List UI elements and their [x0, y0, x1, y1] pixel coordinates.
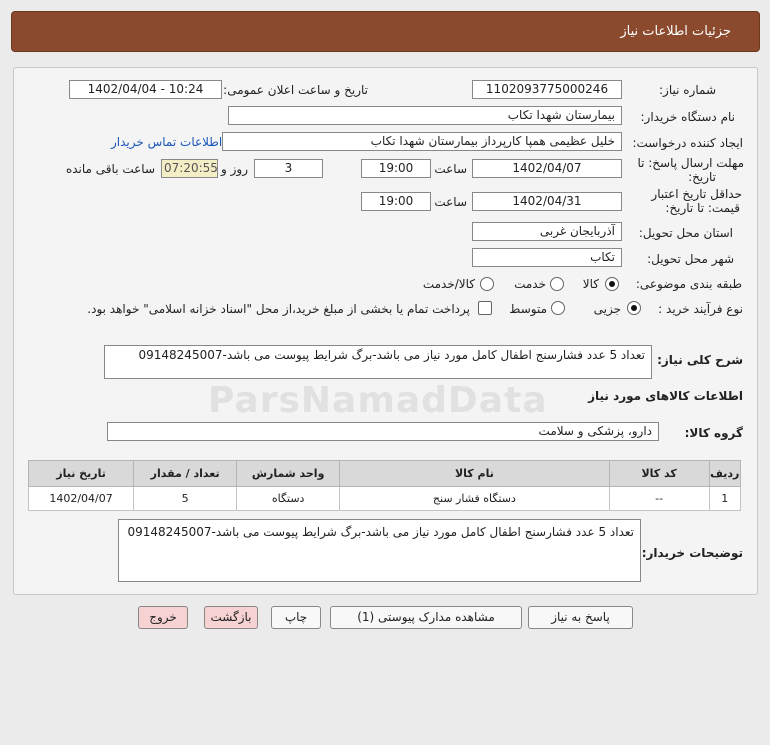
- category-service-label: خدمت: [514, 277, 546, 291]
- category-goods-service-radio[interactable]: [480, 277, 494, 291]
- col-row: ردیف: [708, 460, 742, 487]
- days-field: 3: [254, 159, 323, 178]
- announce-field: 1402/04/04 - 10:24: [69, 80, 222, 99]
- deadline-label: مهلت ارسال پاسخ: تا: [637, 156, 744, 170]
- need-number-label: شماره نیاز:: [659, 83, 716, 97]
- goods-group-field: دارو، پزشکی و سلامت: [107, 422, 659, 441]
- cell-code: --: [608, 486, 710, 511]
- buyer-org-label: نام دستگاه خریدار:: [640, 110, 736, 124]
- attachments-button[interactable]: مشاهده مدارک پیوستی (1): [330, 606, 522, 629]
- need-number-field: 1102093775000246: [472, 80, 622, 99]
- province-label: استان محل تحویل:: [638, 226, 733, 240]
- purchase-type-label: نوع فرآیند خرید :: [658, 302, 743, 316]
- cell-name: دستگاه فشار سنج: [339, 486, 610, 511]
- creator-field: خلیل عظیمی همپا کارپرداز بیمارستان شهدا …: [222, 132, 622, 151]
- description-field: تعداد 5 عدد فشارسنج اطفال کامل مورد نیاز…: [104, 345, 652, 379]
- announce-label: تاریخ و ساعت اعلان عمومی:: [223, 83, 368, 97]
- cell-qty: 5: [133, 486, 238, 511]
- category-label: طبقه بندی موضوعی:: [635, 277, 742, 291]
- exit-button[interactable]: خروج: [138, 606, 188, 629]
- page-header: جزئیات اطلاعات نیاز: [11, 11, 760, 52]
- page-title: جزئیات اطلاعات نیاز: [620, 24, 731, 39]
- treasury-note: پرداخت تمام یا بخشی از مبلغ خرید،از محل …: [87, 302, 470, 316]
- table-row: 1 -- دستگاه فشار سنج دستگاه 5 1402/04/07: [27, 486, 742, 511]
- cell-unit: دستگاه: [236, 486, 341, 511]
- deadline-time-label: ساعت: [434, 162, 467, 176]
- col-date: تاریخ نیاز: [27, 460, 135, 487]
- city-label: شهر محل تحویل:: [647, 252, 734, 266]
- goods-table: ردیف کد کالا نام کالا واحد شمارش تعداد /…: [27, 460, 742, 511]
- deadline-date-field: 1402/04/07: [472, 159, 622, 178]
- goods-section-title: اطلاعات کالاهای مورد نیاز: [588, 389, 743, 403]
- days-label: روز و: [221, 162, 248, 176]
- validity-time-field: 19:00: [361, 192, 431, 211]
- category-goods-service-label: کالا/خدمت: [422, 277, 475, 291]
- validity-label: حداقل تاریخ اعتبار: [651, 187, 742, 201]
- deadline-label-2: تاریخ:: [688, 170, 716, 184]
- buyer-contact-link[interactable]: اطلاعات تماس خریدار: [111, 135, 222, 149]
- col-name: نام کالا: [339, 460, 610, 487]
- purchase-minor-radio[interactable]: [627, 301, 641, 315]
- validity-time-label: ساعت: [434, 195, 467, 209]
- city-field: تکاب: [472, 248, 622, 267]
- print-button[interactable]: چاپ: [271, 606, 321, 629]
- description-label: شرح کلی نیاز:: [657, 353, 743, 367]
- buyer-notes-field: تعداد 5 عدد فشارسنج اطفال کامل مورد نیاز…: [118, 519, 641, 582]
- back-button[interactable]: بازگشت: [204, 606, 258, 629]
- col-code: کد کالا: [608, 460, 710, 487]
- goods-group-label: گروه کالا:: [684, 426, 743, 440]
- col-unit: واحد شمارش: [236, 460, 341, 487]
- goods-table-header: ردیف کد کالا نام کالا واحد شمارش تعداد /…: [27, 460, 742, 487]
- col-qty: تعداد / مقدار: [133, 460, 238, 487]
- remaining-label: ساعت باقی مانده: [65, 162, 155, 176]
- purchase-medium-radio[interactable]: [551, 301, 565, 315]
- remaining-time-field: 07:20:55: [161, 159, 218, 178]
- creator-label: ایجاد کننده درخواست:: [632, 136, 743, 150]
- validity-date-field: 1402/04/31: [472, 192, 622, 211]
- category-service-radio[interactable]: [550, 277, 564, 291]
- purchase-medium-label: متوسط: [509, 302, 547, 316]
- treasury-checkbox[interactable]: [478, 301, 492, 315]
- validity-label-2: قیمت: تا تاریخ:: [665, 201, 740, 215]
- cell-date: 1402/04/07: [27, 486, 135, 511]
- province-field: آذربایجان غربی: [472, 222, 622, 241]
- cell-row: 1: [708, 486, 742, 511]
- category-goods-radio[interactable]: [605, 277, 619, 291]
- deadline-time-field: 19:00: [361, 159, 431, 178]
- buyer-notes-label: توضیحات خریدار:: [641, 546, 743, 560]
- category-goods-label: کالا: [582, 277, 599, 291]
- buyer-org-field: بیمارستان شهدا تکاب: [228, 106, 622, 125]
- reply-button[interactable]: پاسخ به نیاز: [528, 606, 633, 629]
- purchase-minor-label: جزیی: [593, 302, 621, 316]
